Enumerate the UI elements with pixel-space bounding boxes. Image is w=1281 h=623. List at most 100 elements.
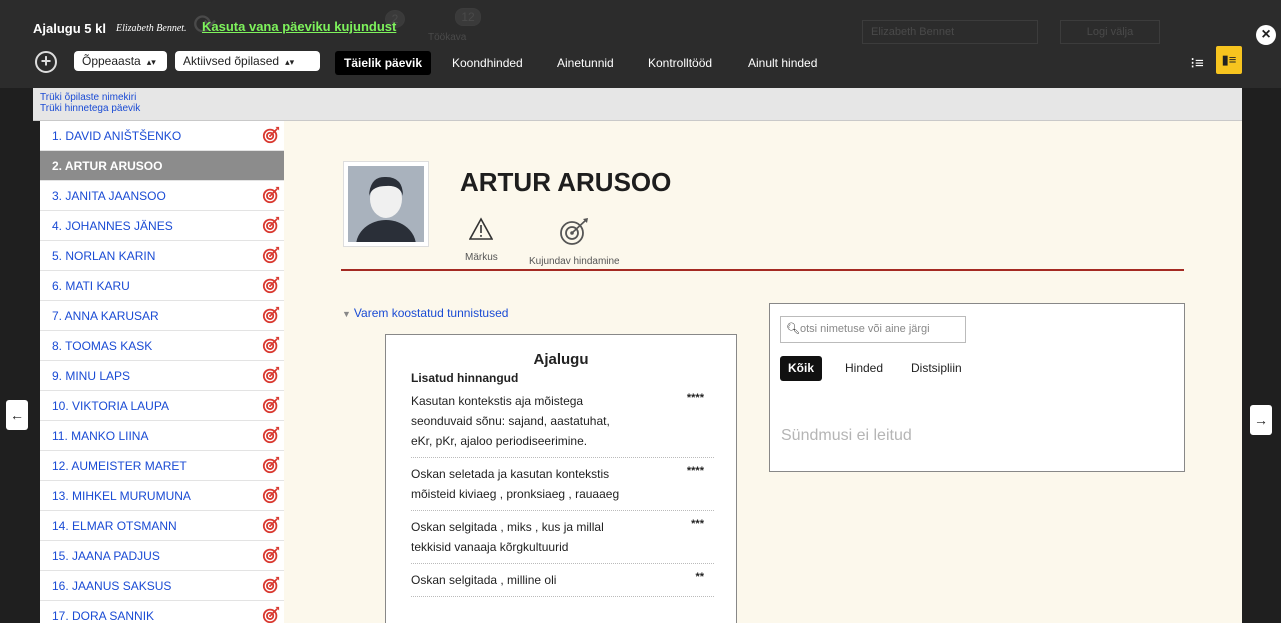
student-item[interactable]: 4. JOHANNES JÄNES xyxy=(40,211,284,241)
formative-assessment-label: Kujundav hindamine xyxy=(529,256,620,267)
student-name-link[interactable]: 7. ANNA KARUSAR xyxy=(52,309,159,323)
print-student-list-link[interactable]: Trüki õpilaste nimekiri xyxy=(40,92,1235,103)
student-list: 1. DAVID ANIŠTŠENKO 2. ARTUR ARUSOO 3. JAN… xyxy=(40,121,284,623)
target-icon[interactable] xyxy=(262,486,280,504)
student-name-link[interactable]: 6. MATI KARU xyxy=(52,279,130,293)
formative-assessment-action[interactable]: Kujundav hindamine xyxy=(529,217,620,267)
student-item[interactable]: 11. MANKO LIINA xyxy=(40,421,284,451)
student-item[interactable]: 5. NORLAN KARIN xyxy=(40,241,284,271)
student-item[interactable]: 17. DORA SANNIK xyxy=(40,601,284,623)
target-icon[interactable] xyxy=(262,366,280,384)
assessment-text: Oskan selgitada , miks , kus ja millal t… xyxy=(411,520,604,554)
student-item[interactable]: 8. TOOMAS KASK xyxy=(40,331,284,361)
print-grades-diary-link[interactable]: Trüki hinnetega päevik xyxy=(40,103,1235,114)
assessment-item: Oskan selgitada , miks , kus ja millal t… xyxy=(411,517,714,564)
student-item[interactable]: 13. MIHKEL MURUMUNA xyxy=(40,481,284,511)
target-icon[interactable] xyxy=(262,456,280,474)
student-name-link[interactable]: 8. TOOMAS KASK xyxy=(52,339,152,353)
student-item[interactable]: 2. ARTUR ARUSOO xyxy=(40,151,284,181)
header-divider xyxy=(341,269,1184,271)
filter-discipline[interactable]: Distsipliin xyxy=(911,356,962,381)
tab-summary-grades[interactable]: Koondhinded xyxy=(452,51,523,75)
target-icon[interactable] xyxy=(262,576,280,594)
previous-reports-link[interactable]: ▼ Varem koostatud tunnistused xyxy=(342,306,508,320)
student-item[interactable]: 3. JANITA JAANSOO xyxy=(40,181,284,211)
student-name-link[interactable]: 11. MANKO LIINA xyxy=(52,429,148,443)
card-subtitle: Lisatud hinnangud xyxy=(411,371,519,385)
target-icon[interactable] xyxy=(262,336,280,354)
print-links: Trüki õpilaste nimekiri Trüki hinnetega … xyxy=(33,88,1242,121)
student-name-link[interactable]: 13. MIHKEL MURUMUNA xyxy=(52,489,191,503)
student-card-view-icon[interactable]: ▮≡ xyxy=(1216,46,1242,74)
target-icon[interactable] xyxy=(262,426,280,444)
student-name-link[interactable]: 12. AUMEISTER MARET xyxy=(52,459,187,473)
students-select[interactable]: Aktiivsed õpilased ▴▾ xyxy=(175,51,320,71)
old-design-link[interactable]: Kasuta vana päeviku kujundust xyxy=(202,19,396,34)
search-input[interactable]: 🔍︎ otsi nimetuse või aine järgi xyxy=(780,316,966,343)
target-icon[interactable] xyxy=(262,306,280,324)
year-select[interactable]: Õppeaasta ▴▾ xyxy=(74,51,167,71)
target-icon[interactable] xyxy=(262,246,280,264)
select-arrows-icon: ▴▾ xyxy=(285,57,295,67)
student-item[interactable]: 7. ANNA KARUSAR xyxy=(40,301,284,331)
student-item[interactable]: 1. DAVID ANIŠTŠENKO xyxy=(40,121,284,151)
empty-events-text: Sündmusi ei leitud xyxy=(781,427,912,444)
student-name-link[interactable]: 10. VIKTORIA LAUPA xyxy=(52,399,169,413)
target-icon[interactable] xyxy=(262,396,280,414)
tab-full-diary[interactable]: Täielik päevik xyxy=(335,51,432,75)
previous-reports-label: Varem koostatud tunnistused xyxy=(353,306,509,320)
target-icon[interactable] xyxy=(262,216,280,234)
previous-student-arrow-icon[interactable]: ← xyxy=(6,400,28,430)
next-student-arrow-icon[interactable]: → xyxy=(1250,405,1272,435)
events-panel: 🔍︎ otsi nimetuse või aine järgi Kõik Hin… xyxy=(769,303,1185,472)
course-title: Ajalugu 5 kl xyxy=(33,21,106,36)
search-placeholder: otsi nimetuse või aine järgi xyxy=(800,323,930,335)
triangle-down-icon: ▼ xyxy=(342,309,351,319)
student-name-link[interactable]: 15. JAANA PADJUS xyxy=(52,549,160,563)
assessment-stars: **** xyxy=(686,465,704,477)
add-icon[interactable]: + xyxy=(35,51,57,73)
student-name-link[interactable]: 14. ELMAR OTSMANN xyxy=(52,519,177,533)
student-name-link[interactable]: 9. MINU LAPS xyxy=(52,369,130,383)
student-name-link[interactable]: 17. DORA SANNIK xyxy=(52,609,154,623)
student-name-link[interactable]: 1. DAVID ANIŠTŠENKO xyxy=(52,129,181,143)
assessment-card: Ajalugu Lisatud hinnangud Kasutan kontek… xyxy=(385,334,737,623)
close-icon[interactable]: × xyxy=(1256,25,1276,45)
assessment-text: Oskan seletada ja kasutan kontekstis mõi… xyxy=(411,467,620,501)
assessment-stars: **** xyxy=(686,392,704,404)
student-name-link[interactable]: 5. NORLAN KARIN xyxy=(52,249,155,263)
target-icon[interactable] xyxy=(262,516,280,534)
filter-grades[interactable]: Hinded xyxy=(845,356,883,381)
year-select-value: Õppeaasta xyxy=(82,54,141,68)
target-icon[interactable] xyxy=(262,276,280,294)
assessment-item: Oskan seletada ja kasutan kontekstis mõi… xyxy=(411,464,714,511)
student-item[interactable]: 6. MATI KARU xyxy=(40,271,284,301)
target-icon[interactable] xyxy=(262,546,280,564)
tab-lessons[interactable]: Ainetunnid xyxy=(557,51,614,75)
faded-logout: Logi välja xyxy=(1060,20,1160,44)
target-icon[interactable] xyxy=(262,606,280,623)
note-action[interactable]: Märkus xyxy=(465,217,498,263)
student-name-link[interactable]: 16. JAANUS SAKSUS xyxy=(52,579,171,593)
student-item[interactable]: 14. ELMAR OTSMANN xyxy=(40,511,284,541)
tab-tests[interactable]: Kontrolltööd xyxy=(648,51,712,75)
student-item[interactable]: 12. AUMEISTER MARET xyxy=(40,451,284,481)
search-icon: 🔍︎ xyxy=(786,323,800,335)
filter-all[interactable]: Kõik xyxy=(780,356,823,381)
card-title: Ajalugu xyxy=(533,351,589,368)
avatar-placeholder-icon xyxy=(348,166,424,242)
target-icon[interactable] xyxy=(262,126,280,144)
assessment-item: Oskan selgitada , milline oli ** xyxy=(411,570,714,597)
list-view-icon[interactable]: ⁝≡ xyxy=(1186,54,1208,74)
assessment-item: Kasutan kontekstis aja mõistega seonduva… xyxy=(411,391,714,458)
student-item[interactable]: 9. MINU LAPS xyxy=(40,361,284,391)
student-item[interactable]: 15. JAANA PADJUS xyxy=(40,541,284,571)
student-name-link[interactable]: 3. JANITA JAANSOO xyxy=(52,189,166,203)
student-name-link[interactable]: 2. ARTUR ARUSOO xyxy=(52,159,162,173)
student-item[interactable]: 10. VIKTORIA LAUPA xyxy=(40,391,284,421)
students-select-value: Aktiivsed õpilased xyxy=(183,54,280,68)
tab-grades-only[interactable]: Ainult hinded xyxy=(748,51,817,75)
student-name-link[interactable]: 4. JOHANNES JÄNES xyxy=(52,219,173,233)
target-icon[interactable] xyxy=(262,186,280,204)
student-item[interactable]: 16. JAANUS SAKSUS xyxy=(40,571,284,601)
